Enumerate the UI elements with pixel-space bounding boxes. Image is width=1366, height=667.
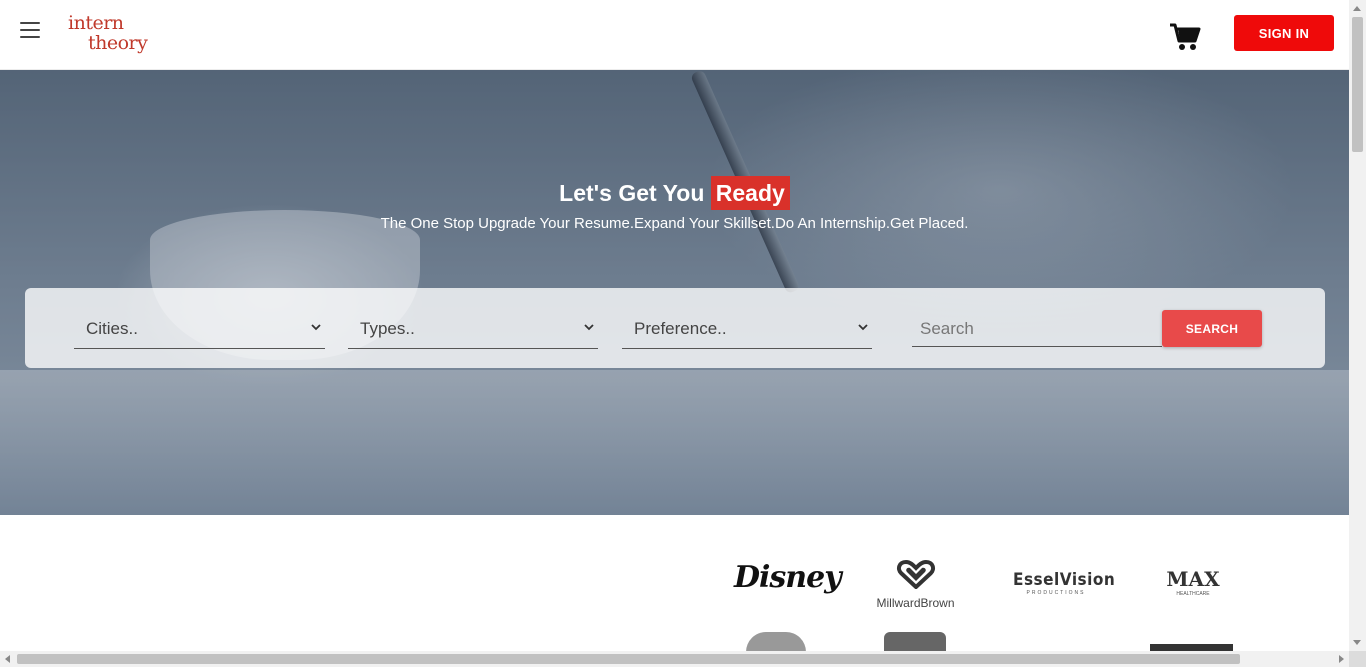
essel-vision-logo: EsselVision PRODUCTIONS <box>1013 570 1116 596</box>
millward-brown-logo: MillwardBrown <box>868 559 963 610</box>
hero-banner: Let's Get You Ready The One Stop Upgrade… <box>0 70 1349 515</box>
top-header: intern theory SIGN IN <box>0 0 1349 70</box>
partial-logo <box>746 632 806 652</box>
preference-select[interactable]: Preference.. <box>622 312 872 349</box>
chevron-down-icon <box>858 324 868 331</box>
essel-vision-text: EsselVision <box>1013 570 1116 590</box>
logo-line2: theory <box>88 32 148 54</box>
types-select-label: Types.. <box>360 319 415 338</box>
vertical-scrollbar[interactable] <box>1349 0 1366 651</box>
max-healthcare-text: MAX <box>1166 567 1220 591</box>
chevron-down-icon <box>311 324 321 331</box>
logo-line1: intern <box>68 12 124 34</box>
millward-brown-text: MillwardBrown <box>876 596 955 610</box>
partial-logo <box>884 632 946 652</box>
scroll-left-arrow-icon[interactable] <box>5 655 10 663</box>
heart-icon <box>896 559 935 590</box>
search-button[interactable]: SEARCH <box>1162 310 1262 347</box>
horizontal-scroll-thumb[interactable] <box>17 654 1240 664</box>
scroll-up-arrow-icon[interactable] <box>1353 6 1361 11</box>
client-logos-section: Disney MillwardBrown EsselVision PRODUCT… <box>0 515 1349 652</box>
vertical-scroll-thumb[interactable] <box>1352 17 1363 152</box>
scroll-right-arrow-icon[interactable] <box>1339 655 1344 663</box>
hero-title-main: Let's Get You <box>559 180 705 206</box>
disney-logo: Disney <box>734 560 842 595</box>
sign-in-button[interactable]: SIGN IN <box>1234 15 1334 51</box>
max-healthcare-subtext: HEALTHCARE <box>1176 591 1210 597</box>
cities-select[interactable]: Cities.. <box>74 312 325 349</box>
max-healthcare-logo: MAX HEALTHCARE <box>1148 567 1238 597</box>
shopping-cart-icon[interactable] <box>1168 22 1202 52</box>
horizontal-scrollbar[interactable] <box>0 651 1349 667</box>
chevron-down-icon <box>584 324 594 331</box>
preference-select-label: Preference.. <box>634 319 727 338</box>
scroll-down-arrow-icon[interactable] <box>1353 640 1361 645</box>
site-logo[interactable]: intern theory <box>66 14 152 60</box>
essel-vision-subtext: PRODUCTIONS <box>1026 590 1086 596</box>
hamburger-menu-icon[interactable] <box>20 22 40 38</box>
search-panel: Cities.. Types.. Preference.. SEARCH <box>25 288 1325 368</box>
types-select[interactable]: Types.. <box>348 312 598 349</box>
cities-select-label: Cities.. <box>86 319 138 338</box>
disney-logo-text: Disney <box>734 560 842 595</box>
hero-subtitle: The One Stop Upgrade Your Resume.Expand … <box>380 215 969 232</box>
hero-title-highlight: Ready <box>710 176 790 210</box>
hero-title: Let's Get You Ready <box>0 176 1349 210</box>
search-input[interactable] <box>912 311 1162 347</box>
